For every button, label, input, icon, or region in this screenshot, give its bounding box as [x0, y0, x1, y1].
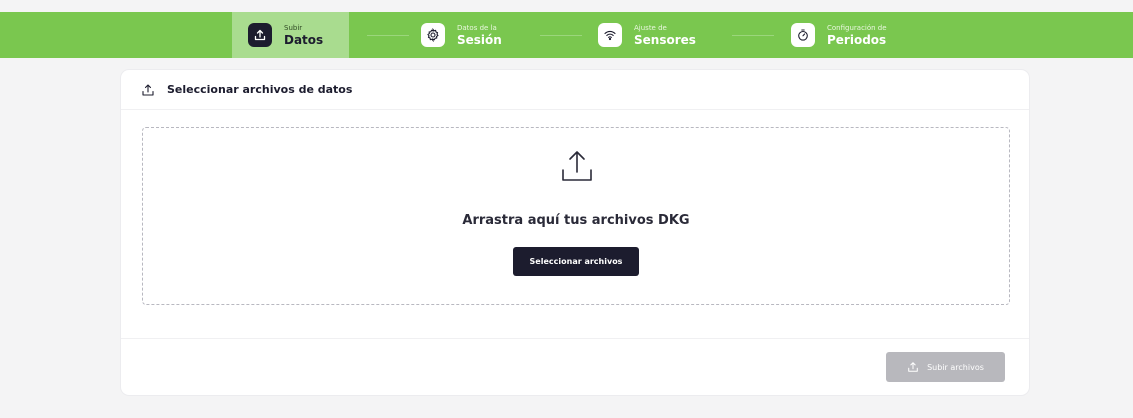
step-connector: [540, 35, 582, 36]
wifi-icon: [598, 23, 622, 47]
step-title: Periodos: [827, 32, 887, 47]
step-title: Datos: [284, 32, 324, 47]
step-sensor-settings[interactable]: Ajuste de Sensores: [598, 12, 696, 58]
card-header: Seleccionar archivos de datos: [121, 70, 1029, 110]
step-small-label: Subir: [284, 23, 303, 32]
divider: [121, 338, 1029, 339]
card-title: Seleccionar archivos de datos: [167, 83, 353, 96]
timer-icon: [791, 23, 815, 47]
step-session-data[interactable]: Datos de la Sesión: [421, 12, 502, 58]
step-period-config[interactable]: Configuración de Periodos: [791, 12, 887, 58]
upload-icon: [557, 146, 597, 186]
step-connector: [732, 35, 774, 36]
step-title: Sesión: [457, 32, 502, 47]
upload-icon: [907, 361, 919, 373]
step-small-label: Datos de la: [457, 23, 497, 32]
select-files-button[interactable]: Seleccionar archivos: [513, 247, 639, 276]
step-upload-data[interactable]: Subir Datos: [232, 12, 349, 58]
upload-icon: [248, 23, 272, 47]
gear-icon: [421, 23, 445, 47]
file-dropzone[interactable]: Arrastra aquí tus archivos DKG Seleccion…: [142, 127, 1010, 305]
dropzone-title: Arrastra aquí tus archivos DKG: [462, 213, 690, 228]
stepper-bar: Subir Datos Datos de la Sesión Ajuste de…: [0, 12, 1133, 58]
step-small-label: Ajuste de: [634, 23, 667, 32]
upload-files-label: Subir archivos: [927, 362, 984, 372]
step-small-label: Configuración de: [827, 23, 887, 32]
step-connector: [367, 35, 409, 36]
upload-card: Seleccionar archivos de datos Arrastra a…: [121, 70, 1029, 395]
step-title: Sensores: [634, 32, 696, 47]
upload-icon: [141, 83, 155, 97]
upload-files-button[interactable]: Subir archivos: [886, 352, 1005, 382]
